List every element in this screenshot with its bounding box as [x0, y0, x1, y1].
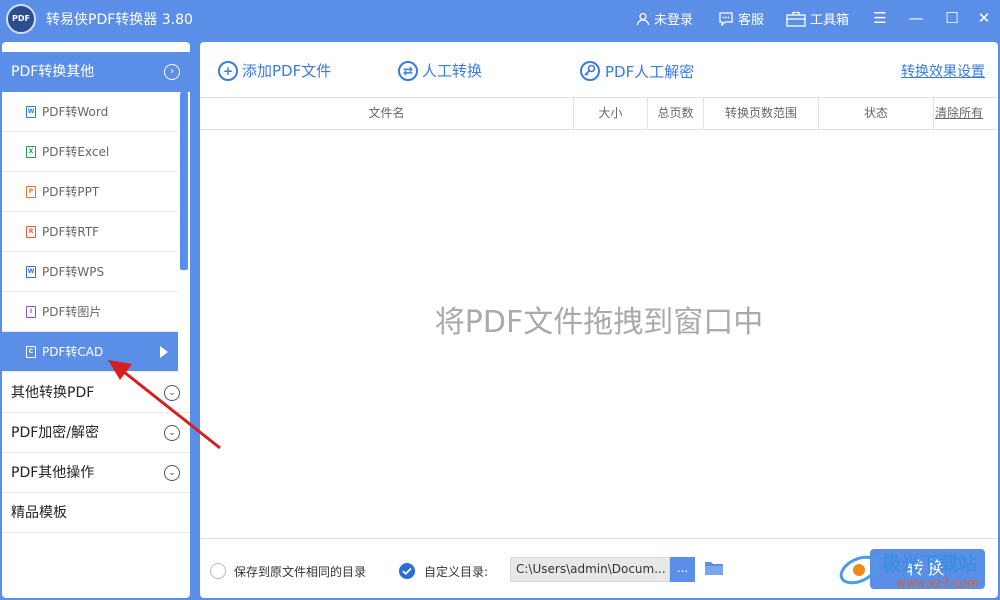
folder-icon: [705, 562, 723, 575]
ppt-file-icon: P: [26, 185, 36, 198]
login-label: 未登录: [654, 13, 694, 28]
app-title: 转易侠PDF转换器 3.80: [46, 12, 193, 28]
drop-zone-hint[interactable]: 将PDF文件拖拽到窗口中: [200, 297, 998, 341]
sidebar-category[interactable]: PDF其他操作 ⌄: [2, 453, 190, 493]
watermark: 极光下载站 www.xz7.com: [838, 545, 998, 597]
toolbox-button[interactable]: 工具箱: [786, 9, 849, 28]
title-bar: PDF 转易侠PDF转换器 3.80 未登录 客服 工具箱 ☰ — ☐ ✕: [0, 0, 1000, 38]
sub-item-label: PDF转WPS: [42, 265, 105, 279]
word-file-icon: W: [26, 105, 36, 118]
sidebar-sub-item[interactable]: C PDF转CAD: [2, 332, 178, 372]
rtf-file-icon: R: [26, 225, 36, 238]
chat-icon: [719, 11, 733, 26]
conversion-settings-link[interactable]: 转换效果设置: [901, 61, 985, 81]
save-same-dir-label: 保存到原文件相同的目录: [234, 565, 367, 579]
chevron-down-icon: ⌄: [164, 425, 180, 441]
column-filename: 文件名: [200, 98, 574, 129]
custom-dir-label: 自定义目录:: [424, 565, 489, 579]
browse-button[interactable]: ...: [670, 557, 695, 582]
support-label: 客服: [738, 13, 765, 28]
excel-file-icon: X: [26, 145, 36, 158]
watermark-logo-icon: [839, 555, 879, 585]
sidebar-category[interactable]: 精品模板: [2, 493, 190, 533]
sidebar-sub-item[interactable]: W PDF转WPS: [2, 252, 178, 292]
clear-all-link[interactable]: 清除所有: [934, 98, 984, 129]
menu-icon: ☰: [873, 9, 887, 27]
manual-decrypt-button[interactable]: PDF人工解密: [579, 60, 694, 82]
cad-file-icon: C: [26, 345, 36, 358]
output-path-field[interactable]: C:\Users\admin\Docum...: [510, 557, 670, 582]
sub-item-list: W PDF转Word X PDF转Excel P PDF转PPT R PDF转RTF W PDF转…: [2, 92, 178, 372]
minimize-button[interactable]: —: [904, 7, 928, 29]
plus-circle-icon: +: [218, 60, 238, 81]
sub-item-label: PDF转PPT: [42, 185, 100, 199]
category-label: PDF加密/解密: [11, 425, 99, 441]
sub-item-label: PDF转Word: [42, 105, 109, 119]
maximize-button[interactable]: ☐: [940, 7, 964, 29]
file-table-header: 文件名 大小 总页数 转换页数范围 状态 清除所有: [200, 97, 998, 130]
sidebar-scrollbar[interactable]: [180, 92, 188, 270]
column-page-count: 总页数: [648, 98, 704, 129]
add-pdf-file-button[interactable]: + 添加PDF文件: [218, 60, 331, 81]
category-label: 其他转换PDF: [11, 385, 95, 401]
category-label: 精品模板: [11, 505, 67, 521]
save-same-dir-radio[interactable]: [210, 563, 226, 579]
swap-icon: ⇄: [398, 60, 418, 81]
category-list: 其他转换PDF ⌄ PDF加密/解密 ⌄ PDF其他操作 ⌄ 精品模板: [2, 373, 190, 533]
sidebar-category[interactable]: PDF加密/解密 ⌄: [2, 413, 190, 453]
sidebar-sub-item[interactable]: W PDF转Word: [2, 92, 178, 132]
chevron-down-icon: ⌄: [164, 465, 180, 481]
category-label: PDF其他操作: [11, 465, 95, 481]
sidebar-sub-item[interactable]: I PDF转图片: [2, 292, 178, 332]
sidebar-category[interactable]: 其他转换PDF ⌄: [2, 373, 190, 413]
toolbox-label: 工具箱: [810, 13, 850, 28]
key-icon: [580, 61, 600, 81]
close-button[interactable]: ✕: [972, 7, 996, 29]
category-pdf-convert-other[interactable]: PDF转换其他 ›: [2, 52, 190, 92]
caret-right-icon: [160, 346, 168, 358]
sidebar: PDF转换其他 › W PDF转Word X PDF转Excel P PDF转PPT R PD…: [2, 42, 190, 598]
open-folder-button[interactable]: [704, 560, 724, 580]
category-label: PDF转换其他: [11, 64, 95, 80]
custom-dir-radio[interactable]: [399, 563, 415, 579]
sidebar-sub-item[interactable]: P PDF转PPT: [2, 172, 178, 212]
sidebar-sub-item[interactable]: R PDF转RTF: [2, 212, 178, 252]
support-button[interactable]: 客服: [718, 9, 764, 28]
image-file-icon: I: [26, 305, 36, 318]
user-icon: [636, 12, 650, 25]
menu-button[interactable]: ☰: [868, 7, 892, 29]
watermark-text: 极光下载站: [882, 553, 978, 575]
column-size: 大小: [574, 98, 648, 129]
check-icon: [402, 567, 412, 576]
sub-item-label: PDF转Excel: [42, 145, 110, 159]
sidebar-sub-item[interactable]: X PDF转Excel: [2, 132, 178, 172]
chevron-down-icon: ⌄: [164, 385, 180, 401]
manual-convert-button[interactable]: ⇄ 人工转换: [398, 60, 482, 81]
close-icon: ✕: [977, 9, 991, 27]
manual-convert-label: 人工转换: [422, 62, 483, 80]
login-button[interactable]: 未登录: [636, 9, 693, 28]
app-logo-icon: PDF: [6, 4, 36, 34]
manual-decrypt-label: PDF人工解密: [605, 62, 695, 81]
sub-item-label: PDF转RTF: [42, 225, 100, 239]
sub-item-label: PDF转图片: [42, 305, 102, 319]
minimize-icon: —: [908, 9, 924, 27]
toolbox-icon: [786, 11, 806, 27]
maximize-icon: ☐: [945, 9, 959, 27]
sub-item-label: PDF转CAD: [42, 345, 104, 359]
column-status: 状态: [819, 98, 934, 129]
watermark-url: www.xz7.com: [896, 576, 979, 590]
chevron-right-icon: ›: [164, 64, 180, 80]
add-file-label: 添加PDF文件: [242, 62, 332, 80]
main-panel: + 添加PDF文件 ⇄ 人工转换 PDF人工解密 转换效果设置 文件名 大小 总…: [200, 42, 998, 598]
column-page-range: 转换页数范围: [704, 98, 819, 129]
wps-file-icon: W: [26, 265, 36, 278]
